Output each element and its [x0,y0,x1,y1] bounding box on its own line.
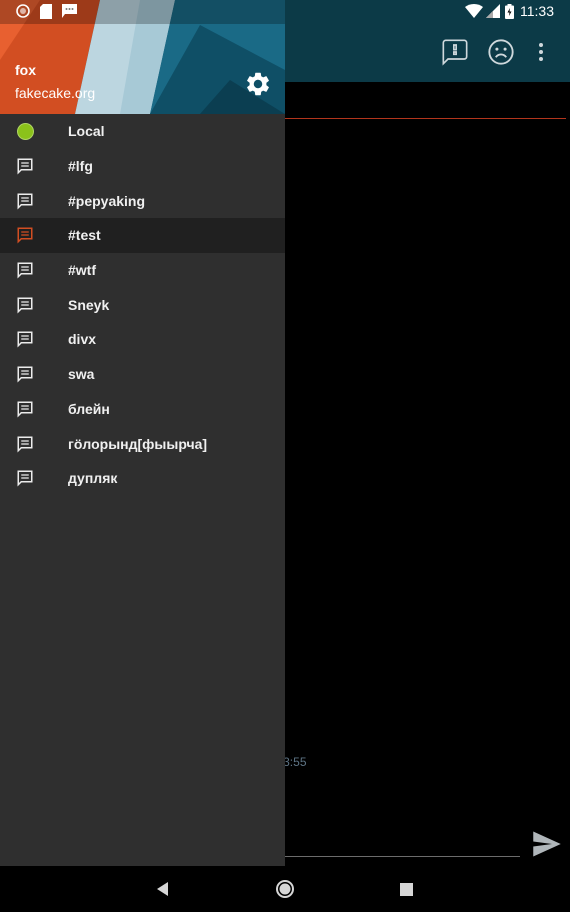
channel-list: Local #lfg #pepyaking #test #wtf Sneyk d… [0,114,285,496]
channel-label: гöлорынд[фыырча] [68,435,208,452]
chat-icon [16,435,34,453]
account-server: fakecake.org [15,85,96,101]
channel-item-golorynd[interactable]: гöлорынд[фыырча] [0,426,285,461]
signal-icon [486,4,500,23]
channel-label: #pepyaking [68,192,146,209]
channel-item-sneyk[interactable]: Sneyk [0,287,285,322]
channel-label: блейн [68,400,110,417]
channel-item-test[interactable]: #test [0,218,285,253]
channel-label: Local [68,123,105,140]
opera-icon [16,4,30,23]
wifi-icon [465,4,483,23]
channel-label: Sneyk [68,296,110,313]
chat-icon [16,226,34,244]
channel-item-lfg[interactable]: #lfg [0,149,285,184]
sd-card-icon [40,4,52,24]
battery-icon [505,4,514,24]
status-time: 11:33 [520,3,554,19]
feedback-icon[interactable] [440,37,470,67]
chat-icon [16,192,34,210]
status-dot-icon [16,122,34,140]
overflow-menu-icon[interactable] [526,37,556,67]
sms-icon [62,4,77,23]
system-navigation-bar [0,866,570,912]
sad-face-icon[interactable] [486,37,516,67]
navigation-drawer: fox fakecake.org Local #lfg #pepyaking #… [0,0,285,866]
account-name: fox [15,62,36,78]
channel-label: дупляк [68,470,118,487]
home-icon[interactable] [274,878,296,900]
chat-icon [16,296,34,314]
chat-icon [16,400,34,418]
channel-label: divx [68,331,97,348]
send-button[interactable] [530,827,564,861]
chat-icon [16,330,34,349]
chat-icon [16,157,34,175]
chat-icon [16,261,34,279]
chat-icon [16,469,34,487]
channel-item-wtf[interactable]: #wtf [0,253,285,288]
settings-button[interactable] [243,69,273,99]
channel-item-blein[interactable]: блейн [0,392,285,427]
channel-label: swa [68,366,95,383]
channel-item-local[interactable]: Local [0,114,285,149]
channel-label: #test [68,227,101,244]
send-icon [533,831,561,857]
back-icon[interactable] [152,878,174,900]
channel-item-swa[interactable]: swa [0,357,285,392]
gear-icon [247,72,269,96]
chat-icon [16,365,34,383]
channel-label: #wtf [68,262,96,279]
channel-item-duplyak[interactable]: дупляк [0,461,285,496]
recents-icon[interactable] [395,878,417,900]
channel-item-pepyaking[interactable]: #pepyaking [0,183,285,218]
channel-item-divx[interactable]: divx [0,322,285,357]
status-bar: 11:33 [0,0,570,24]
channel-label: #lfg [68,158,93,175]
